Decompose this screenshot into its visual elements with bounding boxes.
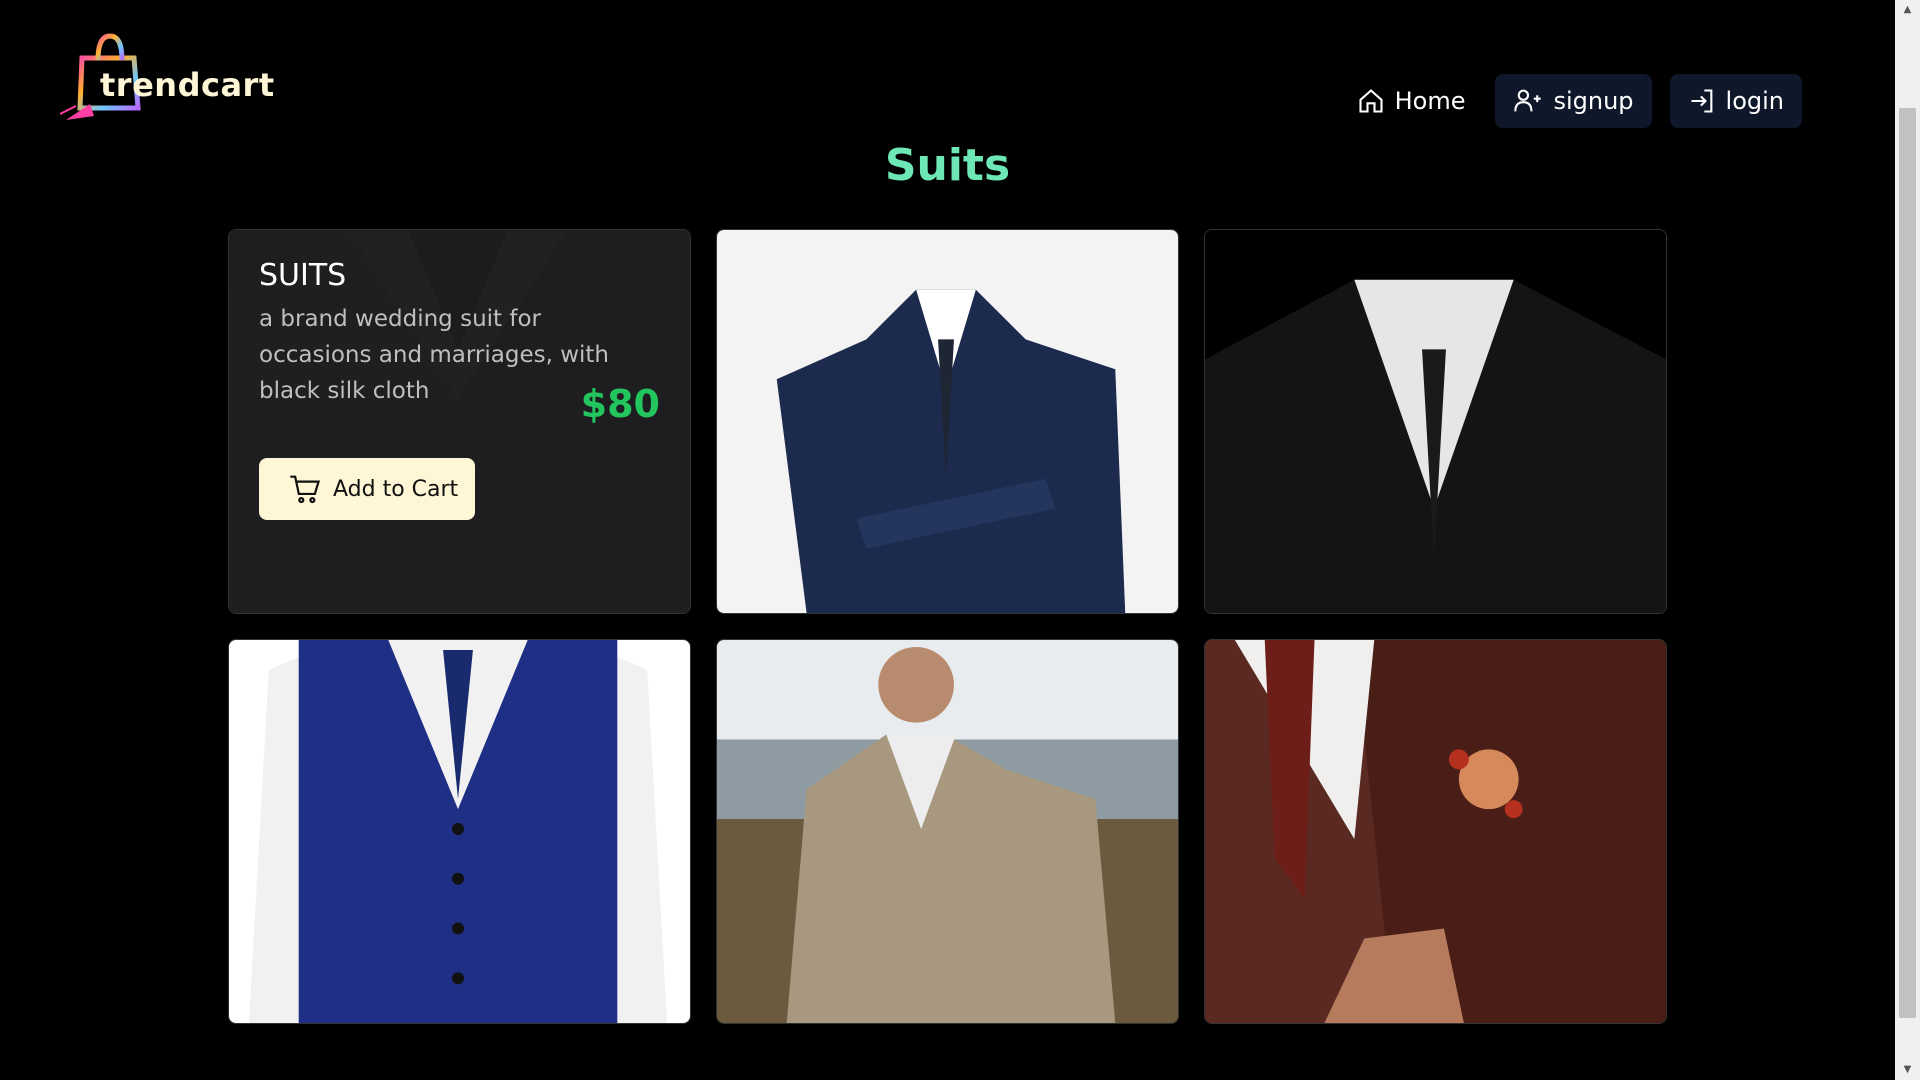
login-nav-button[interactable]: login — [1669, 74, 1802, 128]
scroll-down-arrow-icon[interactable]: ▼ — [1895, 1060, 1920, 1080]
page-title: Suits — [884, 140, 1011, 191]
beige-suit-image — [717, 640, 1178, 1023]
product-price: $80 — [580, 382, 660, 426]
home-nav-button[interactable]: Home — [1345, 74, 1478, 128]
add-to-cart-label: Add to Cart — [333, 476, 459, 502]
signup-nav-button[interactable]: signup — [1495, 74, 1652, 128]
scroll-thumb[interactable] — [1899, 108, 1916, 1018]
product-card[interactable] — [1204, 229, 1667, 614]
login-label: login — [1725, 87, 1784, 115]
home-icon — [1359, 89, 1383, 113]
top-nav: Home signup login — [1345, 74, 1802, 128]
black-suit-image — [1205, 230, 1666, 613]
cart-icon — [290, 475, 321, 504]
scroll-up-arrow-icon[interactable]: ▲ — [1895, 0, 1920, 20]
product-grid: SUITS a brand wedding suit for occasions… — [228, 229, 1667, 1024]
brand-logo[interactable]: trendcart — [60, 30, 274, 120]
brand-name: trendcart — [100, 66, 275, 104]
vertical-scrollbar[interactable]: ▲ ▼ — [1895, 0, 1920, 1080]
product-card[interactable] — [716, 639, 1179, 1024]
user-plus-icon — [1514, 89, 1542, 112]
product-card[interactable] — [228, 639, 691, 1024]
log-in-icon — [1691, 89, 1712, 113]
signup-label: signup — [1553, 87, 1634, 115]
brown-tweed-suit-image — [1205, 640, 1666, 1023]
product-card[interactable] — [716, 229, 1179, 614]
product-card[interactable] — [1204, 639, 1667, 1024]
blue-waistcoat-image — [229, 640, 690, 1023]
product-card[interactable]: SUITS a brand wedding suit for occasions… — [228, 229, 691, 614]
home-label: Home — [1394, 87, 1466, 115]
navy-blazer-image — [717, 230, 1178, 613]
add-to-cart-button[interactable]: Add to Cart — [259, 458, 475, 520]
product-name: SUITS — [259, 258, 347, 293]
